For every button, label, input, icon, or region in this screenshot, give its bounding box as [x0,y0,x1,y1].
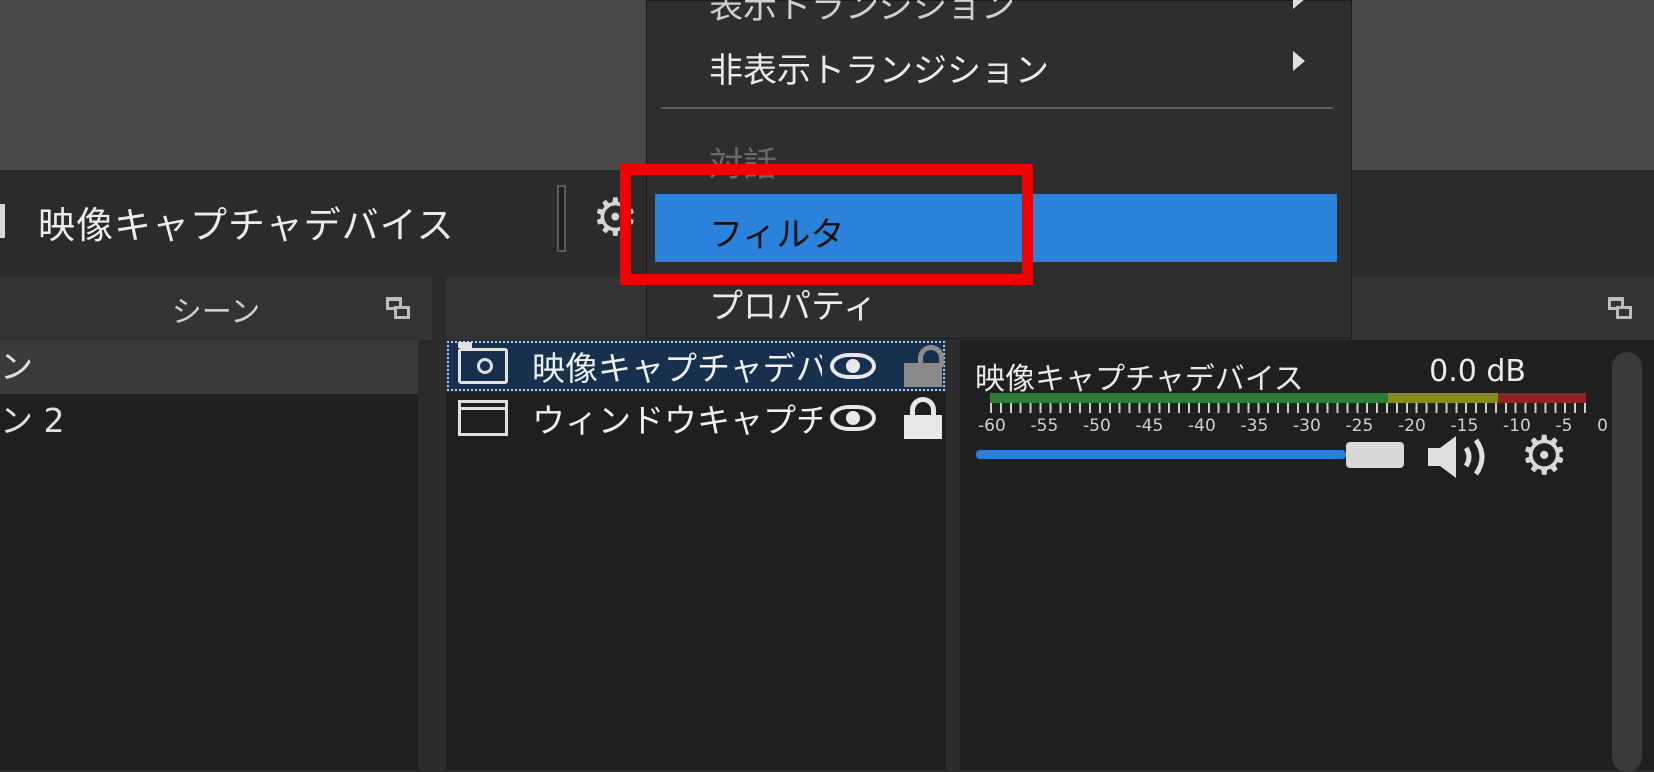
scenes-title: シーン [171,294,261,330]
mixer-level-readout: 0.0 dB [1429,354,1526,389]
volume-slider-handle[interactable] [1346,442,1404,468]
menu-item-hide-transition[interactable]: 非表示トランジション [709,43,1049,92]
eye-icon[interactable] [830,351,880,381]
unlock-icon[interactable] [904,345,944,387]
scenes-header: シーン [0,277,432,340]
meter-yellow-zone [1388,393,1498,403]
sources-dock: ソ 映像キャプチャデバ ウィンドウキャプチャ [446,277,946,770]
toolbar-source-name: 映像キャプチャデバイス [38,204,455,247]
meter-label: -50 [1083,416,1111,436]
source-name: 映像キャプチャデバ [532,349,822,388]
meter-label: -15 [1450,416,1479,436]
mixer-channel: 映像キャプチャデバイス 0.0 dB -60 -55 -50 -45 -40 -… [960,340,1654,772]
menu-item-show-transition[interactable]: 表示トランジション [709,0,1015,28]
meter-label: -35 [1240,416,1269,436]
meter-green-zone [990,393,1388,403]
meter-label: -40 [1188,416,1216,436]
scenes-list: ン ン 2 [0,340,432,770]
submenu-arrow-icon [1293,51,1305,71]
mixer-scrollbar[interactable] [1612,352,1642,772]
toolbar-divider [557,185,566,252]
meter-label: -25 [1345,416,1374,436]
source-name: ウィンドウキャプチャ [532,401,822,440]
toolbar-edge [0,204,5,238]
undock-icon[interactable] [1608,297,1632,319]
scenes-scrollbar[interactable] [418,340,432,770]
menu-item-properties[interactable]: プロパティ [709,279,877,328]
window-icon [458,400,508,436]
meter-label: -45 [1135,416,1164,436]
source-item-window-capture[interactable]: ウィンドウキャプチャ [446,392,946,444]
submenu-arrow-icon [1293,0,1305,9]
volume-slider-track[interactable] [976,450,1346,459]
scene-item[interactable]: ン 2 [0,394,432,448]
meter-red-zone [1498,393,1586,403]
meter-label: -60 [978,416,1006,436]
undock-icon[interactable] [386,297,410,319]
gear-icon[interactable]: ⚙ [1520,428,1568,484]
meter-label: -30 [1293,416,1321,436]
scene-item[interactable]: ン [0,340,432,394]
eye-icon[interactable] [830,403,880,433]
meter-label: -55 [1030,416,1059,436]
camera-icon [458,342,508,384]
meter-label: 0 [1597,416,1608,436]
menu-separator [661,107,1333,109]
meter-label: -20 [1398,416,1426,436]
meter-ticks [990,403,1586,413]
mixer-channel-name: 映像キャプチャデバイス [975,362,1304,397]
meter-scale: -60 -55 -50 -45 -40 -35 -30 -25 -20 -15 … [978,416,1608,436]
highlight-box [620,164,1033,285]
scenes-dock: シーン ン ン 2 [0,277,432,770]
audio-mixer-dock: 映像キャプチャデバイス 0.0 dB -60 -55 -50 -45 -40 -… [960,277,1654,772]
source-item-video-capture[interactable]: 映像キャプチャデバ [446,340,946,392]
lock-icon[interactable] [904,397,942,439]
speaker-icon[interactable] [1426,434,1496,480]
sources-list: 映像キャプチャデバ ウィンドウキャプチャ [446,340,946,770]
volume-meter [990,393,1586,403]
